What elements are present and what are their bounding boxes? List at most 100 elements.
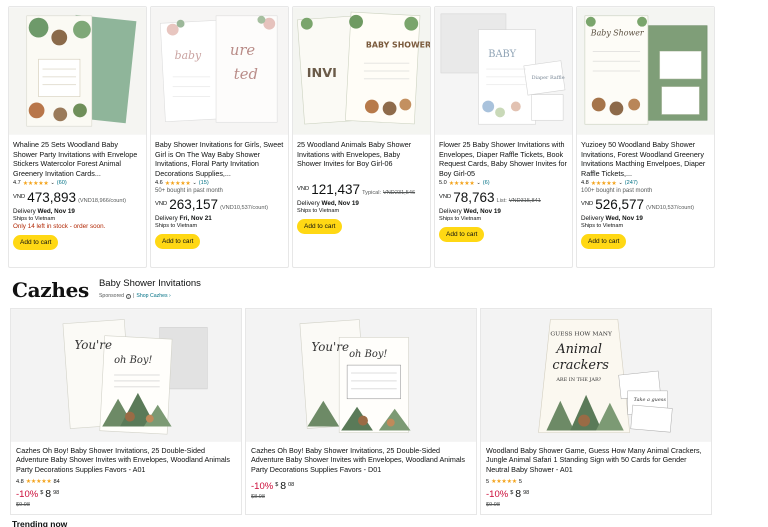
discount-badge: -10% <box>251 481 274 492</box>
product-title[interactable]: Cazhes Oh Boy! Baby Shower Invitations, … <box>246 442 476 477</box>
delivery-info: Delivery Wed, Nov 19 <box>293 197 430 207</box>
delivery-date: Wed, Nov 19 <box>463 208 501 215</box>
review-count[interactable]: (60) <box>57 180 67 186</box>
price-amount: 473,893 <box>27 190 77 205</box>
separator: | <box>133 293 135 299</box>
image-text-invi: INVI <box>307 66 337 81</box>
image-text-baby-shower: BABY SHOWER <box>366 40 430 49</box>
add-to-cart-button[interactable]: Add to cart <box>155 234 201 249</box>
product-card[interactable]: Whaline 25 Sets Woodland Baby Shower Par… <box>8 6 147 268</box>
chevron-down-icon[interactable]: ⌄ <box>619 180 623 186</box>
list-price: $8.98 <box>251 494 265 500</box>
star-rating-icon: ★★★★★ <box>164 179 191 187</box>
product-title[interactable]: Cazhes Oh Boy! Baby Shower Invitations, … <box>11 442 241 477</box>
product-rating[interactable]: 4.8 ★★★★★ 84 <box>11 477 241 485</box>
rating-value: 4.6 <box>155 180 163 186</box>
stock-warning: Only 14 left in stock - order soon. <box>13 223 106 230</box>
product-rating[interactable]: 5 ★★★★★ 5 <box>481 477 711 485</box>
review-count[interactable]: (247) <box>625 180 638 186</box>
product-rating[interactable]: 4.7 ★★★★★ ⌄ (60) <box>9 179 146 187</box>
ships-to: Ships to Vietnam <box>439 216 482 222</box>
price-cents: 98 <box>523 490 530 496</box>
sponsored-product-grid: You're oh Boy! Cazhes Oh Boy! Baby Showe… <box>10 308 712 515</box>
rating-value: 4.8 <box>581 180 589 186</box>
product-card[interactable]: Baby Shower Yuzioey 50 Woodland Baby Sho… <box>576 6 715 268</box>
image-text-baby: baby <box>175 49 202 62</box>
product-price: -10% $8 98 <box>481 485 711 500</box>
delivery-date: Wed, Nov 19 <box>321 200 359 207</box>
product-title[interactable]: Baby Shower Invitations for Girls, Sweet… <box>151 135 288 179</box>
product-image[interactable]: You're oh Boy! <box>11 309 241 442</box>
add-to-cart-button[interactable]: Add to cart <box>439 227 485 242</box>
product-title[interactable]: Flower 25 Baby Shower Invitations with E… <box>435 135 572 179</box>
review-count[interactable]: 84 <box>54 479 60 485</box>
delivery-label: Delivery <box>13 208 36 215</box>
review-count[interactable]: 5 <box>519 479 522 485</box>
product-rating[interactable]: 4.6 ★★★★★ ⌄ (15) <box>151 179 288 187</box>
image-text-baby: BABY <box>488 49 516 60</box>
product-card[interactable]: BABY Diaper Raffle Flower 25 Baby Shower… <box>434 6 573 268</box>
star-rating-icon: ★★★★★ <box>25 478 52 485</box>
product-image[interactable]: GUESS HOW MANY Animal crackers ARE IN TH… <box>481 309 711 442</box>
image-text-ted: ted <box>234 66 258 83</box>
price-currency: $ <box>510 490 514 496</box>
discount-badge: -10% <box>486 489 509 500</box>
brand-headline[interactable]: Baby Shower Invitations <box>99 278 201 290</box>
price-amount: 78,763 <box>453 190 495 205</box>
product-card[interactable]: baby ure ted Baby Shower Invitations for… <box>150 6 289 268</box>
product-price: VND 121,437 Typical: VND231,546 <box>293 179 430 197</box>
sponsored-product-card[interactable]: GUESS HOW MANY Animal crackers ARE IN TH… <box>480 308 712 515</box>
product-image[interactable]: baby ure ted <box>151 7 288 135</box>
info-icon[interactable]: i <box>126 293 132 299</box>
sponsored-line: Sponsored i | Shop Cazhes › <box>99 293 201 299</box>
product-image[interactable]: BABY Diaper Raffle <box>435 7 572 135</box>
chevron-down-icon[interactable]: ⌄ <box>51 180 55 186</box>
brand-logo[interactable]: Cazhes <box>12 278 89 302</box>
product-image[interactable]: BABY SHOWER INVI <box>293 7 430 135</box>
shop-brand-link[interactable]: Shop Cazhes › <box>136 293 170 299</box>
delivery-info: Delivery Wed, Nov 19 <box>577 212 714 222</box>
typical-price: VND231,546 <box>383 190 416 196</box>
chevron-down-icon[interactable]: ⌄ <box>477 180 481 186</box>
product-title[interactable]: 25 Woodland Animals Baby Shower Invitati… <box>293 135 430 179</box>
product-title[interactable]: Whaline 25 Sets Woodland Baby Shower Par… <box>9 135 146 179</box>
brand-info: Baby Shower Invitations Sponsored i | Sh… <box>99 278 201 299</box>
product-rating[interactable]: 4.8 ★★★★★ ⌄ (247) <box>577 179 714 187</box>
review-count[interactable]: (15) <box>199 180 209 186</box>
delivery-info: Delivery Wed, Nov 19 <box>9 205 146 215</box>
product-title[interactable]: Woodland Baby Shower Game, Guess How Man… <box>481 442 711 477</box>
delivery-label: Delivery <box>439 208 462 215</box>
sponsored-product-card[interactable]: You're oh Boy! Cazhes Oh Boy! Baby Showe… <box>245 308 477 515</box>
image-text-ure: ure <box>230 42 256 59</box>
bought-count: 100+ bought in past month <box>581 188 653 194</box>
rating-value: 5.0 <box>439 180 447 186</box>
price-cents: 08 <box>288 482 295 488</box>
product-rating[interactable]: 5.0 ★★★★★ ⌄ (6) <box>435 179 572 187</box>
rating-value: 4.8 <box>16 478 24 485</box>
image-text-jar: ARE IN THE JAR? <box>555 377 601 383</box>
price-amount: 263,157 <box>169 197 219 212</box>
product-image[interactable]: Baby Shower <box>577 7 714 135</box>
image-text-animal: Animal <box>555 342 602 357</box>
image-text-guess: GUESS HOW MANY <box>550 330 612 337</box>
price-whole: 8 <box>280 480 287 492</box>
image-text-baby-shower: Baby Shower <box>590 29 645 38</box>
product-card[interactable]: BABY SHOWER INVI 25 Woodland Animals Bab… <box>292 6 431 268</box>
list-label: List: <box>496 198 507 204</box>
sponsored-product-card[interactable]: You're oh Boy! Cazhes Oh Boy! Baby Showe… <box>10 308 242 515</box>
add-to-cart-button[interactable]: Add to cart <box>13 235 59 250</box>
add-to-cart-button[interactable]: Add to cart <box>297 219 343 234</box>
add-to-cart-button[interactable]: Add to cart <box>581 234 627 249</box>
price-whole: 8 <box>45 488 52 500</box>
product-title[interactable]: Yuzioey 50 Woodland Baby Shower Invitati… <box>577 135 714 179</box>
image-text-oh-boy: oh Boy! <box>349 349 387 360</box>
chevron-down-icon[interactable]: ⌄ <box>193 180 197 186</box>
product-price: VND 78,763 List: VND315,841 <box>435 187 572 205</box>
sponsored-label: Sponsored <box>98 293 125 299</box>
product-image[interactable] <box>9 7 146 135</box>
image-text-take-guess: Take a guess <box>634 397 667 403</box>
review-count[interactable]: (6) <box>483 180 490 186</box>
image-text-crackers: crackers <box>552 358 609 373</box>
ships-to: Ships to Vietnam <box>581 223 624 229</box>
product-image[interactable]: You're oh Boy! <box>246 309 476 442</box>
